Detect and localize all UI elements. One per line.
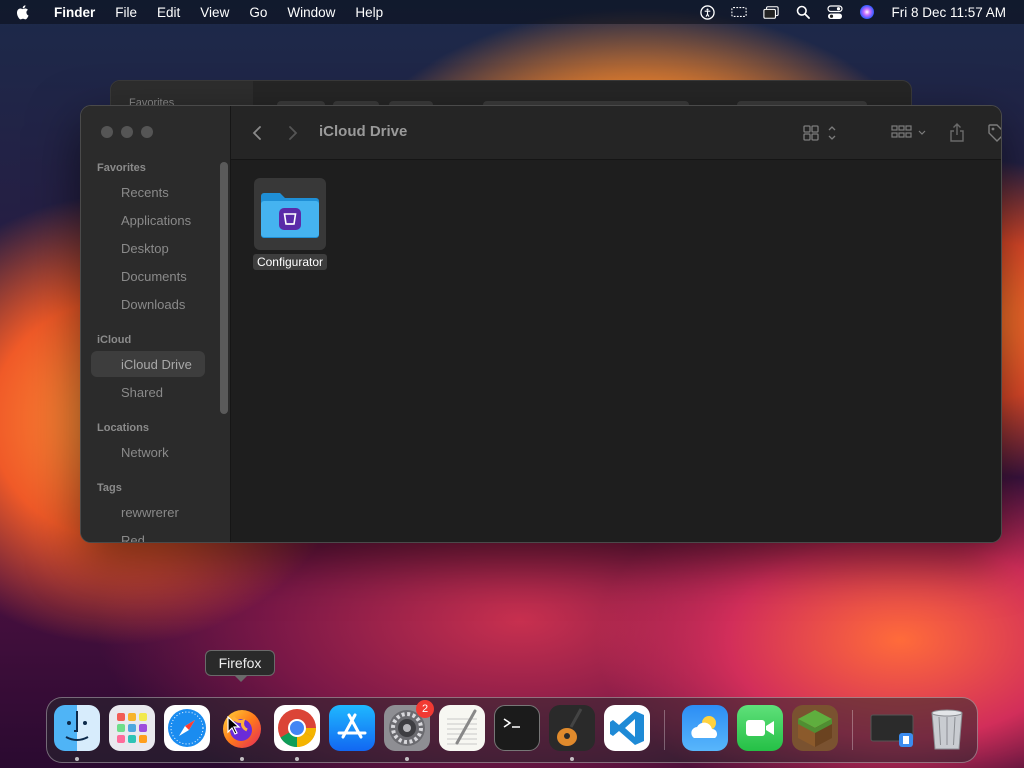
menu-edit[interactable]: Edit <box>147 5 190 20</box>
file-name-label: Configurator <box>252 254 328 270</box>
control-center-icon[interactable] <box>827 4 844 20</box>
back-button[interactable] <box>251 123 263 143</box>
dock-terminal[interactable] <box>494 705 540 751</box>
dock-garageband[interactable] <box>549 705 595 751</box>
running-indicator <box>405 757 409 761</box>
dock-chrome[interactable] <box>274 705 320 751</box>
menu-file[interactable]: File <box>105 5 147 20</box>
minimize-window-button[interactable] <box>121 126 133 138</box>
tag-icon[interactable] <box>987 123 1001 143</box>
group-by-button[interactable] <box>891 123 929 143</box>
menu-view[interactable]: View <box>190 5 239 20</box>
running-indicator <box>295 757 299 761</box>
dock: 2 <box>46 697 978 763</box>
minecraft-icon <box>792 705 838 751</box>
dock-separator <box>852 710 853 750</box>
file-browser-content[interactable]: Configurator <box>231 160 1001 542</box>
textedit-icon <box>439 705 485 751</box>
window-title: iCloud Drive <box>319 123 408 140</box>
screen-sharing-icon <box>869 705 915 751</box>
sidebar-section-favorites: Favorites <box>97 162 146 174</box>
mouse-pointer-icon <box>227 716 241 735</box>
dock-facetime[interactable] <box>737 705 783 751</box>
dock-app-store[interactable] <box>329 705 375 751</box>
dock-launchpad[interactable] <box>109 705 155 751</box>
trash-icon <box>924 705 970 751</box>
garageband-icon <box>549 705 595 751</box>
safari-icon <box>164 705 210 751</box>
sidebar-section-icloud: iCloud <box>97 334 132 346</box>
close-window-button[interactable] <box>101 126 113 138</box>
dock-separator <box>664 710 665 750</box>
vscode-icon <box>604 705 650 751</box>
sidebar-item-network[interactable]: Network <box>91 439 205 465</box>
folder-icon <box>254 178 326 250</box>
dock-tooltip: Firefox <box>205 650 275 682</box>
running-indicator <box>240 757 244 761</box>
chrome-icon <box>274 705 320 751</box>
search-icon[interactable] <box>795 4 811 20</box>
menu-bar: Finder File Edit View Go Window Help Fri… <box>0 0 1024 24</box>
facetime-icon <box>737 705 783 751</box>
sidebar-section-tags: Tags <box>97 482 122 494</box>
menu-window[interactable]: Window <box>277 5 345 20</box>
running-indicator <box>75 757 79 761</box>
sidebar-item-documents[interactable]: Documents <box>91 263 205 289</box>
dock-finder[interactable] <box>54 705 100 751</box>
dock-screen-sharing[interactable] <box>869 705 915 751</box>
zoom-window-button[interactable] <box>141 126 153 138</box>
stage-manager-icon[interactable] <box>763 4 780 20</box>
firefox-icon <box>219 705 265 751</box>
menu-go[interactable]: Go <box>239 5 277 20</box>
dock-trash[interactable] <box>924 705 970 751</box>
sidebar-item-icloud-drive[interactable]: iCloud Drive <box>91 351 205 377</box>
file-item[interactable]: Configurator <box>251 178 329 270</box>
screen-mirroring-icon[interactable] <box>731 4 748 20</box>
dock-safari[interactable] <box>164 705 210 751</box>
dock-system-settings[interactable]: 2 <box>384 700 434 751</box>
siri-icon[interactable] <box>859 4 875 20</box>
sidebar-item-downloads[interactable]: Downloads <box>91 291 205 317</box>
view-options-button[interactable] <box>803 123 839 143</box>
dock-firefox[interactable] <box>219 705 265 751</box>
apple-menu[interactable] <box>0 4 44 20</box>
sidebar-item-tag-red[interactable]: Red <box>91 527 205 543</box>
dock-weather[interactable] <box>682 705 728 751</box>
launchpad-icon <box>109 705 155 751</box>
finder-icon <box>54 705 100 751</box>
sidebar-section-locations: Locations <box>97 422 149 434</box>
accessibility-icon[interactable] <box>699 4 715 20</box>
sidebar-item-applications[interactable]: Applications <box>91 207 205 233</box>
notification-badge: 2 <box>416 700 434 718</box>
app-store-icon <box>329 705 375 751</box>
sidebar-item-shared[interactable]: Shared <box>91 379 205 405</box>
forward-button[interactable] <box>287 123 299 143</box>
menu-finder[interactable]: Finder <box>44 5 105 20</box>
dock-minecraft[interactable] <box>792 705 838 751</box>
weather-icon <box>682 705 728 751</box>
finder-window: Favorites Recents Applications Desktop D… <box>80 105 1002 543</box>
apple-icon <box>16 5 29 20</box>
menu-help[interactable]: Help <box>345 5 393 20</box>
window-controls <box>101 126 153 138</box>
sidebar-scrollbar[interactable] <box>220 162 228 414</box>
dock-vscode[interactable] <box>604 705 650 751</box>
sidebar-item-desktop[interactable]: Desktop <box>91 235 205 261</box>
terminal-icon <box>494 705 540 751</box>
finder-toolbar: iCloud Drive <box>231 106 1001 160</box>
sidebar-item-tag[interactable]: rewwrerer <box>91 499 205 525</box>
share-icon[interactable] <box>949 123 965 143</box>
dock-textedit[interactable] <box>439 705 485 751</box>
finder-sidebar: Favorites Recents Applications Desktop D… <box>81 106 231 542</box>
running-indicator <box>570 757 574 761</box>
sidebar-item-recents[interactable]: Recents <box>91 179 205 205</box>
menu-clock[interactable]: Fri 8 Dec 11:57 AM <box>891 5 1006 20</box>
